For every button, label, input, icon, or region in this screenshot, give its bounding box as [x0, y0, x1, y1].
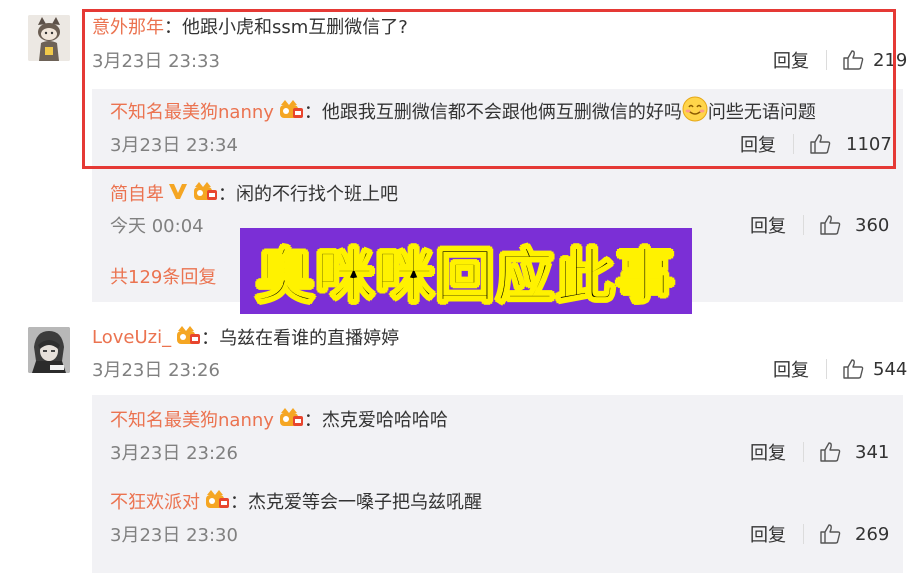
reply-text: ：杰克爱哈哈哈哈 [303, 410, 448, 431]
vip-badge-icon [204, 488, 230, 514]
caption-text: 奥咪咪回应此事 [255, 241, 676, 311]
comment-text: ：乌兹在看谁的直播婷婷 [201, 328, 400, 349]
vip-badge-icon [175, 324, 201, 350]
vip-badge-icon [278, 406, 304, 432]
reply-time: 3月23日 23:30 [110, 525, 238, 546]
like-count: 360 [855, 214, 890, 236]
reply-author-name[interactable]: 不知名最美狗nanny [110, 406, 274, 432]
reply-text: ：杰克爱等会一嗓子把乌兹吼醒 [230, 492, 482, 513]
reply-text: ：闲的不行找个班上吧 [218, 184, 398, 205]
like-count: 269 [855, 523, 890, 545]
verified-v-icon [168, 182, 188, 204]
reply-button[interactable]: 回复 [750, 521, 786, 547]
reply-button[interactable]: 回复 [773, 356, 809, 382]
reply-button[interactable]: 回复 [750, 439, 786, 465]
like-count: 341 [855, 441, 890, 463]
more-replies-link[interactable]: 共129条回复 [110, 263, 216, 289]
thumbs-up-icon[interactable] [819, 524, 841, 544]
vip-badge-icon [192, 180, 218, 206]
anime-avatar-icon[interactable] [28, 327, 70, 373]
divider [826, 359, 827, 379]
thumbs-up-icon[interactable] [842, 359, 864, 379]
caption-overlay: 奥咪咪回应此事 [240, 228, 692, 314]
reply-time: 今天 00:04 [110, 216, 204, 237]
thumbs-up-icon[interactable] [819, 215, 841, 235]
divider [803, 215, 804, 235]
highlight-box [82, 9, 896, 169]
commenter-name[interactable]: LoveUzi_ [92, 327, 171, 348]
reply-button[interactable]: 回复 [750, 212, 786, 238]
reply-time: 3月23日 23:26 [110, 443, 238, 464]
divider [803, 442, 804, 462]
reply-author-name[interactable]: 简自卑 [110, 180, 164, 206]
cat-avatar-icon[interactable] [28, 15, 70, 61]
like-count: 544 [873, 358, 908, 380]
thumbs-up-icon[interactable] [819, 442, 841, 462]
divider [803, 524, 804, 544]
reply-author-name[interactable]: 不狂欢派对 [110, 488, 200, 514]
comment-time: 3月23日 23:26 [92, 360, 220, 381]
